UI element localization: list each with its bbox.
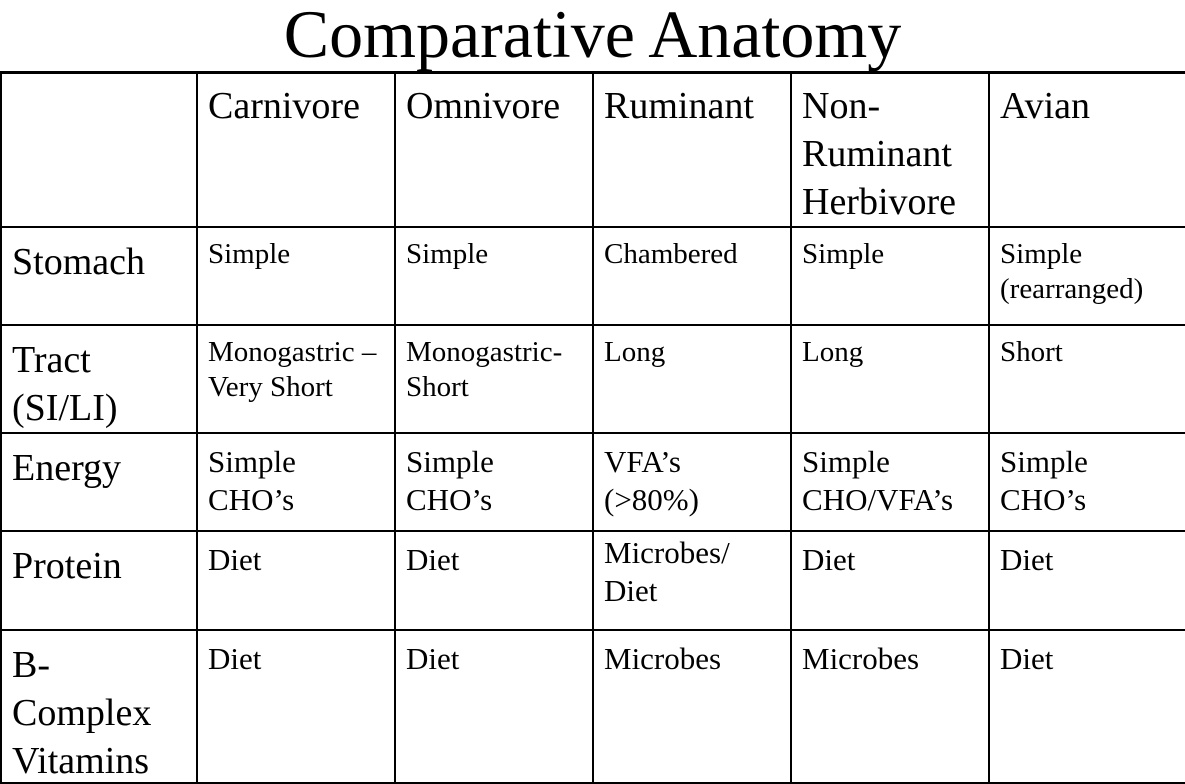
- table-cell: Diet: [988, 532, 1185, 631]
- comparison-table: Carnivore Omnivore Ruminant Non- Ruminan…: [0, 71, 1185, 784]
- table-cell: Long: [592, 326, 790, 434]
- table-cell: Microbes: [592, 631, 790, 784]
- table-cell: Short: [988, 326, 1185, 434]
- header-cell-avian: Avian: [988, 71, 1185, 228]
- header-cell-non-ruminant-herbivore: Non- Ruminant Herbivore: [790, 71, 988, 228]
- row-label-protein: Protein: [0, 532, 196, 631]
- header-cell-carnivore: Carnivore: [196, 71, 394, 228]
- row-label-energy: Energy: [0, 434, 196, 532]
- header-cell-ruminant: Ruminant: [592, 71, 790, 228]
- table-cell: Microbes/ Diet: [592, 532, 790, 631]
- page-title: Comparative Anatomy: [283, 0, 902, 72]
- row-label-stomach: Stomach: [0, 228, 196, 326]
- table-cell: Simple CHO’s: [394, 434, 592, 532]
- table-cell: Simple: [790, 228, 988, 326]
- table-cell: Monogastric- Short: [394, 326, 592, 434]
- row-label-b-complex-vitamins: B- Complex Vitamins: [0, 631, 196, 784]
- header-cell-empty: [0, 71, 196, 228]
- table-cell: Simple (rearranged): [988, 228, 1185, 326]
- table-cell: Chambered: [592, 228, 790, 326]
- table-cell: VFA’s (>80%): [592, 434, 790, 532]
- table-cell: Diet: [394, 631, 592, 784]
- table-cell: Diet: [394, 532, 592, 631]
- table-cell: Simple: [394, 228, 592, 326]
- table-cell: Diet: [790, 532, 988, 631]
- table-cell: Diet: [196, 532, 394, 631]
- table-cell: Diet: [988, 631, 1185, 784]
- header-cell-omnivore: Omnivore: [394, 71, 592, 228]
- table-cell: Simple CHO’s: [196, 434, 394, 532]
- row-label-tract: Tract (SI/LI): [0, 326, 196, 434]
- table-cell: Microbes: [790, 631, 988, 784]
- table-cell: Simple CHO’s: [988, 434, 1185, 532]
- table-cell: Simple: [196, 228, 394, 326]
- table-cell: Long: [790, 326, 988, 434]
- table-cell: Simple CHO/VFA’s: [790, 434, 988, 532]
- table-cell: Monogastric – Very Short: [196, 326, 394, 434]
- table-cell: Diet: [196, 631, 394, 784]
